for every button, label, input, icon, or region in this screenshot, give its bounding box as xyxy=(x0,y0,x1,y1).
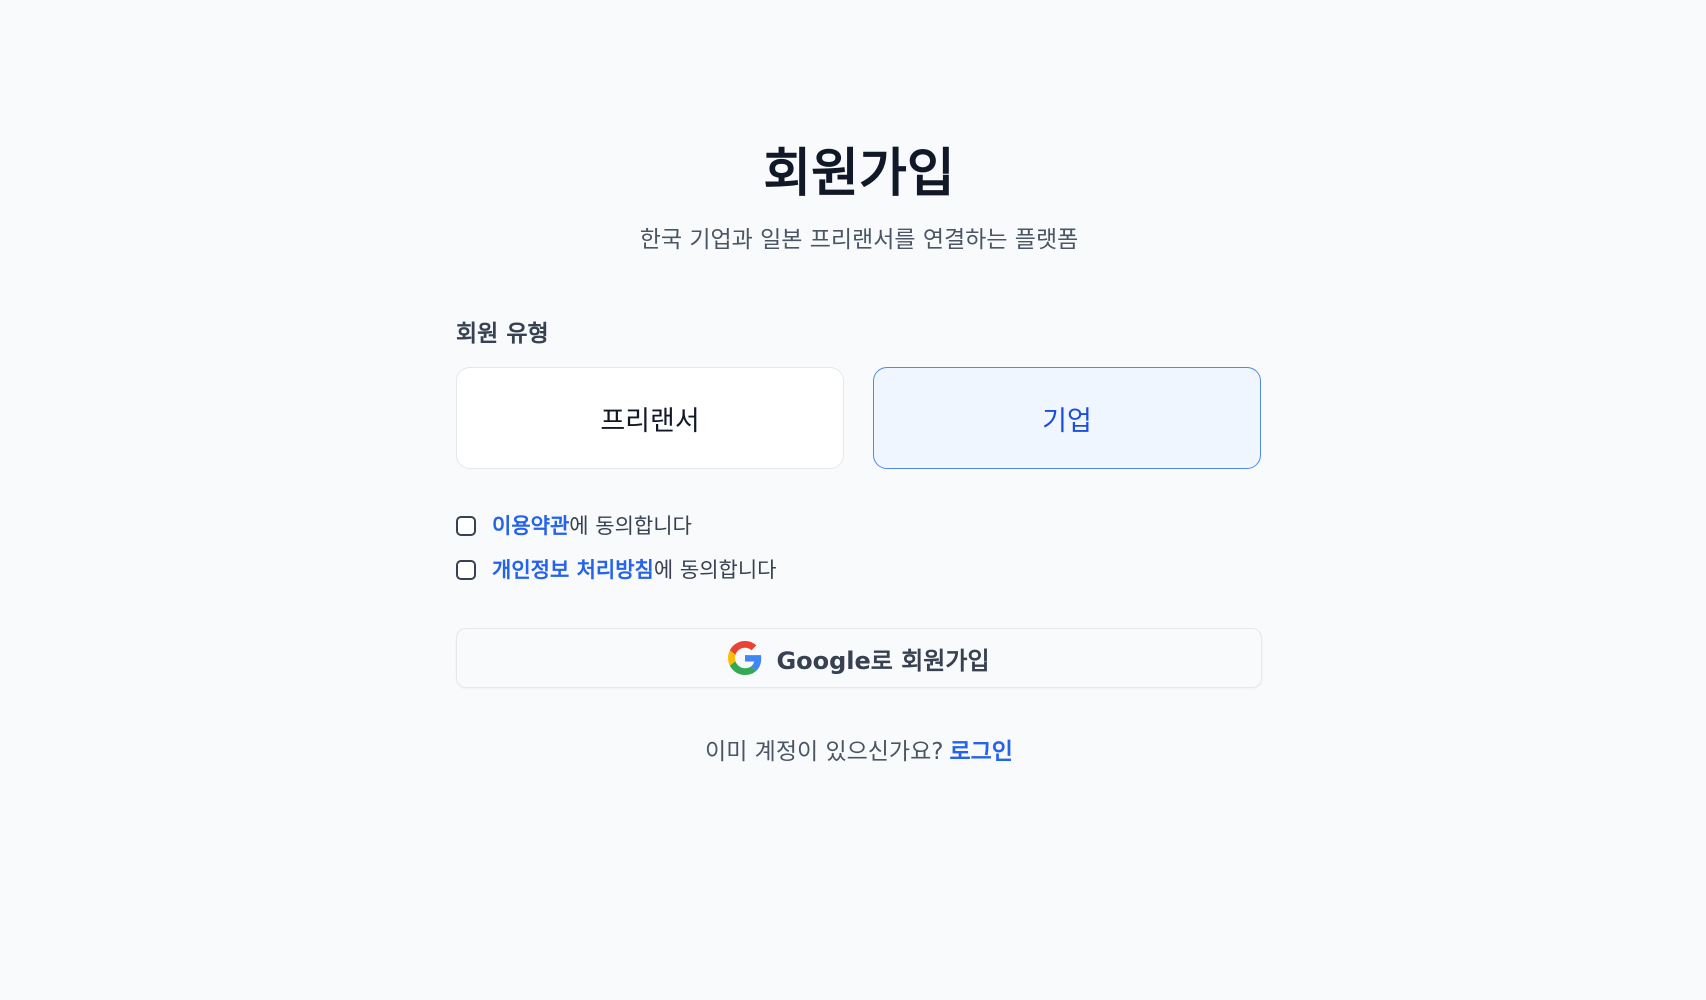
member-type-freelancer-button[interactable]: 프리랜서 xyxy=(456,367,844,469)
page-subtitle: 한국 기업과 일본 프리랜서를 연결하는 플랫폼 xyxy=(639,227,1079,253)
google-signup-label: Google로 회원가입 xyxy=(776,646,990,675)
terms-checkbox[interactable] xyxy=(456,516,476,536)
google-signup-button[interactable]: Google로 회원가입 xyxy=(456,628,1262,688)
member-type-company-button[interactable]: 기업 xyxy=(873,367,1261,469)
login-link[interactable]: 로그인 xyxy=(949,739,1012,765)
page-title: 회원가입 xyxy=(763,144,955,204)
privacy-policy-link[interactable]: 개인정보 처리방침 xyxy=(492,556,654,584)
google-icon xyxy=(728,641,762,675)
terms-agreement-row: 이용약관 에 동의합니다 xyxy=(456,512,692,540)
terms-link[interactable]: 이용약관 xyxy=(492,512,569,540)
privacy-agreement-row: 개인정보 처리방침 에 동의합니다 xyxy=(456,556,776,584)
privacy-agreement-text: 에 동의합니다 xyxy=(653,558,777,582)
member-type-label: 회원 유형 xyxy=(456,321,549,347)
login-prompt: 이미 계정이 있으신가요? 로그인 xyxy=(456,736,1262,768)
login-prompt-text: 이미 계정이 있으신가요? xyxy=(705,739,944,765)
privacy-checkbox[interactable] xyxy=(456,560,476,580)
terms-agreement-text: 에 동의합니다 xyxy=(569,514,692,538)
